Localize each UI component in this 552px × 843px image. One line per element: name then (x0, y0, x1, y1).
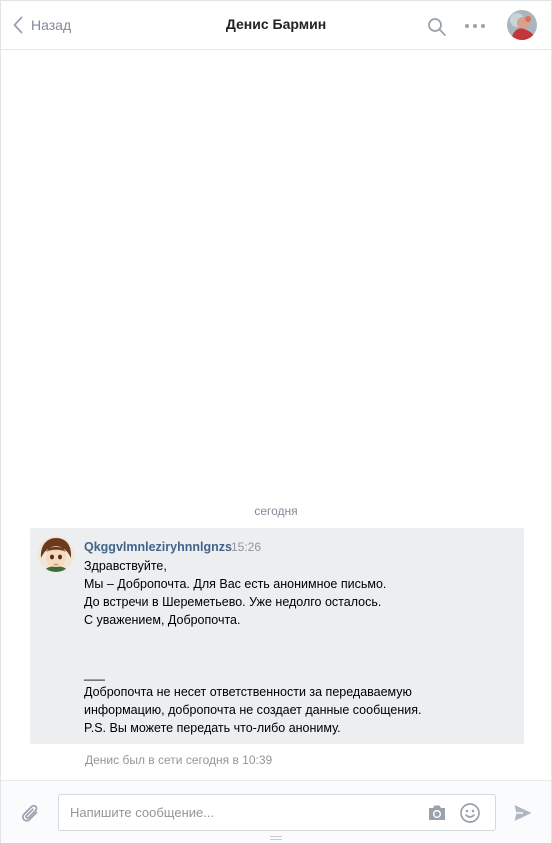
chat-header: Назад Денис Бармин (1, 1, 551, 50)
smile-icon[interactable] (459, 802, 481, 824)
message-input-box (58, 794, 496, 831)
message-line (84, 629, 514, 647)
message-line: Мы – Добропочта. Для Вас есть анонимное … (84, 577, 387, 591)
message-line: ___ (84, 667, 105, 681)
message-line: Добропочта не несет ответственности за п… (84, 685, 412, 699)
message-item: Qkggvlmnleziryhnnlgnzs 15:26 Здравствуйт… (30, 528, 524, 744)
date-separator: сегодня (254, 504, 298, 518)
message-line: До встречи в Шереметьево. Уже недолго ос… (84, 595, 382, 609)
message-input[interactable] (59, 795, 419, 830)
chat-window: Назад Денис Бармин сегодня Qkggvlmnlezir… (0, 0, 552, 843)
more-dots-icon[interactable] (463, 17, 487, 35)
message-line (84, 647, 514, 665)
resize-handle-icon[interactable] (269, 835, 283, 841)
paperclip-icon[interactable] (21, 803, 41, 825)
send-icon[interactable] (513, 803, 533, 823)
message-line: P.S. Вы можете передать что-либо анониму… (84, 721, 341, 735)
online-status: Денис был в сети сегодня в 10:39 (85, 753, 273, 767)
message-line: информацию, добропочта не создает данные… (84, 703, 422, 717)
message-composer (1, 780, 551, 843)
message-time: 15:26 (231, 540, 262, 554)
message-author[interactable]: Qkggvlmnleziryhnnlgnzs (84, 540, 232, 554)
message-text: Здравствуйте, Мы – Добропочта. Для Вас е… (84, 557, 514, 737)
message-line: Здравствуйте, (84, 559, 167, 573)
contact-avatar[interactable] (507, 10, 537, 40)
message-line: С уважением, Добропочта. (84, 613, 241, 627)
camera-icon[interactable] (427, 804, 447, 822)
search-icon[interactable] (427, 17, 447, 37)
sender-avatar[interactable] (38, 536, 74, 572)
